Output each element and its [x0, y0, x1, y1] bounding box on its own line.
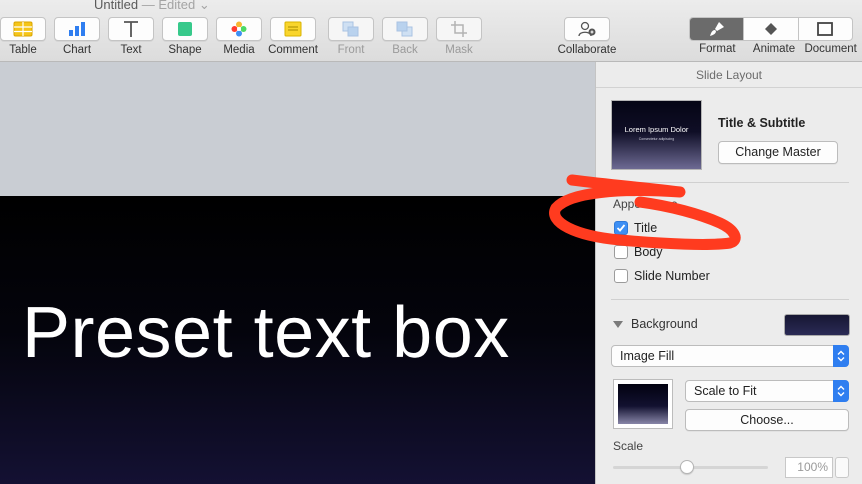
select-arrows-icon [833, 380, 849, 402]
choose-button[interactable]: Choose... [685, 409, 849, 431]
toolbar: Untitled — Edited ⌄ Table Chart Text Sha… [0, 0, 862, 62]
comment-button[interactable]: Comment [268, 17, 318, 56]
media-icon [231, 21, 247, 37]
collaborate-label: Collaborate [557, 44, 617, 56]
format-label: Format [699, 43, 736, 55]
slide-number-checkbox[interactable] [614, 269, 628, 283]
keynote-window: Untitled — Edited ⌄ Table Chart Text Sha… [0, 0, 862, 484]
preset-text-box[interactable]: Preset text box [22, 292, 510, 374]
scale-slider[interactable] [613, 460, 768, 474]
document-label: Document [804, 43, 857, 55]
image-well[interactable] [613, 379, 673, 429]
title-checkbox-row[interactable]: Title [614, 221, 657, 235]
chart-button[interactable]: Chart [52, 17, 102, 56]
collaborate-button[interactable]: Collaborate [557, 17, 617, 56]
select-arrows-icon [833, 345, 849, 367]
disclosure-triangle-icon [613, 320, 623, 328]
body-checkbox-label: Body [634, 245, 663, 259]
body-checkbox-row[interactable]: Body [614, 245, 663, 259]
front-button[interactable]: Front [326, 17, 376, 56]
back-button[interactable]: Back [380, 17, 430, 56]
shape-label: Shape [168, 44, 202, 56]
thumbnail-subtitle: Consectetur adipiscing [638, 137, 675, 141]
mask-icon [451, 21, 467, 37]
scale-slider-knob[interactable] [680, 460, 694, 474]
paintbrush-icon [709, 22, 724, 36]
chart-icon [69, 22, 85, 36]
body-checkbox[interactable] [614, 245, 628, 259]
front-label: Front [337, 44, 365, 56]
change-master-button[interactable]: Change Master [718, 141, 838, 164]
scale-mode-select[interactable]: Scale to Fit [685, 380, 849, 402]
media-label: Media [223, 44, 255, 56]
background-disclosure[interactable]: Background [613, 317, 698, 331]
front-icon [342, 21, 359, 37]
animate-label: Animate [752, 43, 796, 55]
title-checkbox-label: Title [634, 221, 658, 235]
fill-type-value: Image Fill [620, 349, 675, 363]
comment-label: Comment [268, 44, 318, 56]
table-button[interactable]: Table [0, 17, 48, 56]
scale-mode-value: Scale to Fit [694, 384, 757, 398]
layout-name: Title & Subtitle [718, 116, 806, 130]
document-icon [817, 22, 834, 36]
image-preview [618, 384, 668, 424]
master-thumbnail[interactable]: Lorem Ipsum Dolor Consectetur adipiscing [611, 100, 702, 170]
inspector-segmented-control [689, 17, 853, 41]
edited-indicator: — Edited [141, 0, 196, 12]
chevron-down-icon[interactable]: ⌄ [199, 0, 210, 12]
text-button[interactable]: Text [106, 17, 156, 56]
slide-number-checkbox-label: Slide Number [634, 269, 710, 283]
scale-stepper[interactable] [835, 457, 849, 478]
slide-canvas[interactable]: Preset text box [0, 62, 595, 484]
shape-button[interactable]: Shape [160, 17, 210, 56]
table-label: Table [9, 44, 37, 56]
text-label: Text [120, 44, 142, 56]
background-color-swatch[interactable] [784, 314, 850, 336]
mask-label: Mask [445, 44, 473, 56]
collaborate-icon [578, 21, 596, 37]
mask-button[interactable]: Mask [434, 17, 484, 56]
inspector-tab-labels: Format Animate Document [689, 43, 859, 55]
document-title: Untitled — Edited ⌄ [94, 0, 210, 13]
chart-label: Chart [62, 44, 92, 56]
inspector-panel: Slide Layout Lorem Ipsum Dolor Consectet… [595, 62, 862, 484]
document-tab[interactable] [799, 18, 852, 40]
divider [611, 299, 849, 300]
divider [611, 182, 849, 183]
thumbnail-title: Lorem Ipsum Dolor [624, 125, 689, 134]
shape-icon [178, 22, 192, 36]
background-label: Background [631, 317, 698, 331]
slide[interactable]: Preset text box [0, 196, 595, 484]
text-icon [124, 21, 138, 37]
checkmark-icon [616, 224, 626, 232]
table-icon [13, 21, 33, 37]
animate-icon [764, 23, 777, 35]
appearance-label: Appearance [613, 197, 678, 211]
fill-type-select[interactable]: Image Fill [611, 345, 849, 367]
scale-value-field[interactable]: 100% [785, 457, 833, 478]
animate-tab[interactable] [744, 18, 799, 40]
format-tab[interactable] [690, 18, 745, 40]
inspector-title: Slide Layout [596, 62, 862, 88]
document-name: Untitled [94, 0, 139, 12]
slide-number-checkbox-row[interactable]: Slide Number [614, 269, 710, 283]
back-icon [396, 21, 413, 37]
media-button[interactable]: Media [214, 17, 264, 56]
comment-icon [284, 21, 302, 37]
scale-label: Scale [613, 439, 644, 453]
back-label: Back [392, 44, 418, 56]
title-checkbox[interactable] [614, 221, 628, 235]
